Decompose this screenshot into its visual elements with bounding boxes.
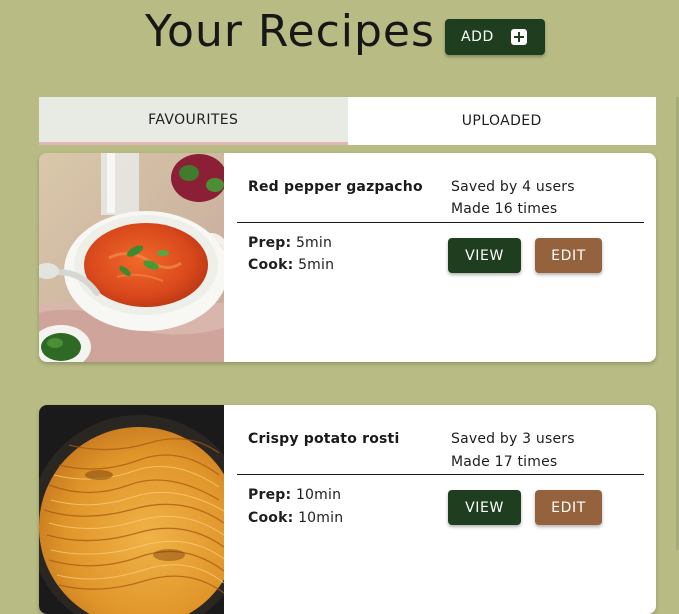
- recipe-name: Red pepper gazpacho: [248, 179, 423, 195]
- prep-label: Prep:: [248, 487, 292, 503]
- plus-square-icon: [511, 29, 527, 45]
- tab-favourites-label: FAVOURITES: [148, 111, 239, 128]
- page-title: Your Recipes: [145, 6, 435, 57]
- prep-value: 10min: [295, 487, 342, 503]
- edit-button[interactable]: EDIT: [535, 490, 602, 525]
- cook-label: Cook:: [248, 257, 294, 273]
- tab-uploaded[interactable]: UPLOADED: [347, 97, 656, 145]
- cook-value: 10min: [298, 510, 344, 526]
- recipe-card: Red pepper gazpacho Saved by 4 users Mad…: [39, 153, 656, 362]
- saved-by-count: Saved by 4 users: [451, 179, 575, 195]
- recipe-name: Crispy potato rosti: [248, 431, 400, 447]
- saved-by-count: Saved by 3 users: [451, 431, 575, 447]
- cook-time: Cook: 5min: [248, 257, 334, 273]
- cook-label: Cook:: [248, 510, 294, 526]
- prep-label: Prep:: [248, 235, 292, 251]
- recipe-image-rosti[interactable]: [39, 405, 224, 614]
- view-button[interactable]: VIEW: [448, 490, 521, 525]
- view-button[interactable]: VIEW: [448, 238, 521, 273]
- cook-value: 5min: [298, 257, 335, 273]
- recipe-image-gazpacho[interactable]: [39, 153, 224, 362]
- recipe-card: Crispy potato rosti Saved by 3 users Mad…: [39, 405, 656, 614]
- add-button-label: ADD: [461, 29, 494, 45]
- card-divider: [237, 474, 644, 475]
- prep-time: Prep: 5min: [248, 235, 332, 251]
- page-header: Your Recipes ADD: [0, 0, 679, 70]
- prep-value: 5min: [295, 235, 333, 251]
- cook-time: Cook: 10min: [248, 510, 343, 526]
- made-count: Made 16 times: [451, 201, 558, 217]
- add-recipe-button[interactable]: ADD: [445, 19, 545, 55]
- tab-favourites[interactable]: FAVOURITES: [39, 97, 348, 145]
- edit-button[interactable]: EDIT: [535, 238, 602, 273]
- tab-uploaded-label: UPLOADED: [461, 113, 542, 129]
- made-count: Made 17 times: [451, 454, 558, 470]
- recipe-tabs: FAVOURITES UPLOADED: [39, 97, 656, 145]
- card-divider: [237, 222, 644, 223]
- prep-time: Prep: 10min: [248, 487, 341, 503]
